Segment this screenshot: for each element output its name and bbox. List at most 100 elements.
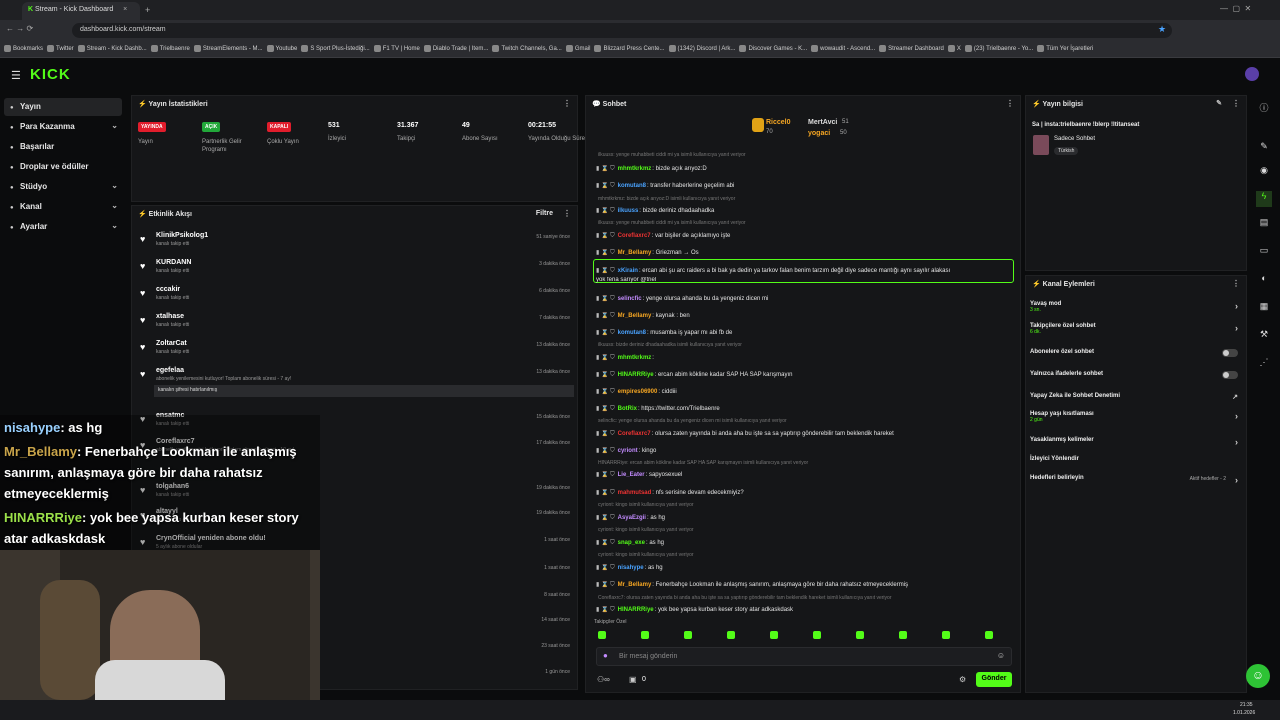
chat-message[interactable]: ▮ ⌛ ⛉ ilkuuss: bizde deriniz dhadaahadka [596,207,1016,215]
bookmark-item[interactable]: Twitter [47,41,74,57]
chat-username[interactable]: BotRix [618,406,637,412]
chat-username[interactable]: Coreflaxrc7 [618,233,651,239]
doc-icon[interactable]: ▤ [1256,217,1272,233]
moderation-icons[interactable]: ▮ ⌛ ⛉ [596,448,615,454]
more-menu-icon[interactable]: ⋮ [1232,99,1240,108]
bookmark-item[interactable]: (1342) Discord | Ark... [668,41,735,57]
bookmark-item[interactable]: S Sport Plus-İstediği... [301,41,370,57]
grid-icon[interactable]: ▦ [1256,301,1272,317]
chat-message[interactable]: ▮ ⌛ ⛉ snap_exe: as hg [596,539,1016,547]
camera-icon[interactable]: ◉ [1256,165,1272,181]
action-row[interactable]: Yasaklanmış kelimeler › [1030,437,1242,447]
chat-username[interactable]: cyriont [618,448,638,454]
chat-message[interactable]: ▮ ⌛ ⛉ Coreflaxrc7: olursa zaten yayında b… [596,430,1016,438]
bookmark-item[interactable]: Discover Games - K... [739,41,807,57]
chevron-right-icon[interactable]: › [1235,475,1238,485]
chat-username[interactable]: snap_exe [618,540,645,546]
bookmark-item[interactable]: X [947,41,961,57]
browser-tab[interactable]: K Stream - Kick Dashboard × [22,2,140,20]
bookmark-item[interactable]: Stream - Kick Dashb... [77,41,147,57]
chevron-down-icon[interactable]: ⌄ [111,221,118,230]
chat-message[interactable]: ▮ ⌛ ⛉ HINARRRiye: ercan abim kökline kada… [596,371,1016,379]
chat-username[interactable]: Mr_Bellamy [618,582,652,588]
bookmark-item[interactable]: Tüm Yer İşaretleri [1037,41,1093,57]
chat-message[interactable]: ▮ ⌛ ⛉ Mr_Bellamy: Fenerbahçe Lookman ile … [596,581,1016,589]
chat-username[interactable]: mhmtkrkmz [618,166,652,172]
chat-username[interactable]: nisahype [618,565,644,571]
tool-icon[interactable]: ⚒ [1256,329,1272,345]
more-menu-icon[interactable]: ⋮ [563,99,571,108]
pen-icon[interactable]: ✎ [1256,141,1272,157]
chart-icon[interactable]: ◐ [1256,273,1272,289]
action-row[interactable]: Hedefleri belirleyin Aktif hedefler - 2 › [1030,475,1242,485]
kick-logo[interactable]: KICK [30,66,71,83]
sidebar-item-radio[interactable]: ● Yayın [4,98,122,116]
activity-name[interactable]: KlinikPsikolog1 [156,232,208,239]
chat-message[interactable]: ▮ ⌛ ⛉ mhmtkrkmz: [596,354,1016,362]
bookmark-star-icon[interactable]: ★ [1158,24,1166,35]
bookmark-item[interactable]: Trielbaenre [150,41,190,57]
chat-username[interactable]: ilkuuss [618,208,639,214]
chevron-right-icon[interactable]: › [1235,323,1238,333]
chat-message[interactable]: ▮ ⌛ ⛉ BotRix: https://twitter.com/Trielba… [596,405,1016,413]
chat-username[interactable]: selincfic [618,296,642,302]
bookmark-item[interactable]: Gmail [565,41,590,57]
activity-name[interactable]: cccakir [156,286,180,293]
moderation-icons[interactable]: ▮ ⌛ ⛉ [596,330,615,336]
moderation-icons[interactable]: ▮ ⌛ ⛉ [596,472,615,478]
chat-username[interactable]: Mr_Bellamy [618,313,652,319]
chat-username[interactable]: mahmutsad [618,490,652,496]
bookmark-item[interactable]: wowaudit - Ascend... [811,41,875,57]
chat-message[interactable]: ▮ ⌛ ⛉ HINARRRiye: yok bee yapsa kurban ke… [596,606,1016,614]
mic-icon[interactable]: ● [603,651,608,660]
bookmark-item[interactable]: Diablo Trade | Item... [423,41,488,57]
bookmark-item[interactable]: Youtube [266,41,297,57]
chat-message[interactable]: ▮ ⌛ ⛉ AsyaEzgii: as hg [596,514,1016,522]
action-row[interactable]: Yalnızca ifadelerle sohbet [1030,371,1242,379]
emoji-icon[interactable]: ☺ [997,651,1005,660]
moderation-icons[interactable]: ▮ ⌛ ⛉ [596,565,615,571]
action-row[interactable]: Yavaş mod 3 sn. › [1030,301,1242,313]
moderation-icons[interactable]: ▮ ⌛ ⛉ [596,208,615,214]
chat-username[interactable]: HINARRRiye [618,372,654,378]
edit-icon[interactable]: ✎ [1216,99,1222,107]
chat-settings-icon[interactable]: ⚙ [959,675,966,684]
chat-input-box[interactable]: ● Bir mesaj gönderin ☺ [596,647,1012,666]
filter-button[interactable]: Filtre [536,210,553,217]
moderation-icons[interactable]: ▮ ⌛ ⛉ [596,431,615,437]
nodes-icon[interactable]: ⋰ [1256,357,1272,373]
avatar[interactable] [1245,67,1259,81]
activity-name[interactable]: KURDANN [156,259,191,266]
chat-message[interactable]: ▮ ⌛ ⛉ xKirain: ercan abi şu arc raiders a… [596,267,1016,275]
more-menu-icon[interactable]: ⋮ [1006,99,1014,108]
chat-message[interactable]: ▮ ⌛ ⛉ komutan8: musamba iş yapar mı abi f… [596,329,1016,337]
moderation-icons[interactable]: ▮ ⌛ ⛉ [596,372,615,378]
moderation-icons[interactable]: ▮ ⌛ ⛉ [596,233,615,239]
chat-username[interactable]: Lie_Eater [618,472,645,478]
chat-message[interactable]: ▮ ⌛ ⛉ komutan8: transfer haberlerine geçe… [596,182,1016,190]
lightning-icon[interactable]: ϟ [1256,191,1272,207]
inbox-icon[interactable]: ▣ [629,675,637,684]
chat-message[interactable]: ▮ ⌛ ⛉ nisahype: as hg [596,564,1016,572]
moderation-icons[interactable]: ▮ ⌛ ⛉ [596,607,615,613]
chat-username[interactable]: Mr_Bellamy [618,250,652,256]
sidebar-item-dollar[interactable]: ● Para Kazanma ⌄ [4,118,122,136]
moderation-icons[interactable]: ▮ ⌛ ⛉ [596,355,615,361]
moderation-icons[interactable]: ▮ ⌛ ⛉ [596,250,615,256]
window-controls-icon[interactable]: — ▢ ✕ [1220,4,1251,13]
bookmark-item[interactable]: Streamer Dashboard [879,41,944,57]
url-input[interactable]: dashboard.kick.com/stream [72,23,1172,38]
chat-message[interactable]: ▮ ⌛ ⛉ mahmutsad: nfs serisine devam edece… [596,489,1016,497]
chatbot-fab-icon[interactable]: ☺ [1246,664,1270,688]
moderation-icons[interactable]: ▮ ⌛ ⛉ [596,166,615,172]
chevron-down-icon[interactable]: ⌄ [111,181,118,190]
sidebar-item-gear[interactable]: ● Ayarlar ⌄ [4,218,122,236]
chat-username[interactable]: empires06900 [618,389,658,395]
bookmark-item[interactable]: StreamElements - M... [193,41,263,57]
bookmark-item[interactable]: Blizzard Press Cente... [594,41,665,57]
sidebar-item-channel[interactable]: ● Kanal ⌄ [4,198,122,216]
chat-username[interactable]: komutan8 [618,330,646,336]
people-icon[interactable]: ⚇∞ [597,675,610,684]
chat-message[interactable]: ▮ ⌛ ⛉ Mr_Bellamy: kaynak : ben [596,312,1016,320]
more-menu-icon[interactable]: ⋮ [1232,279,1240,288]
